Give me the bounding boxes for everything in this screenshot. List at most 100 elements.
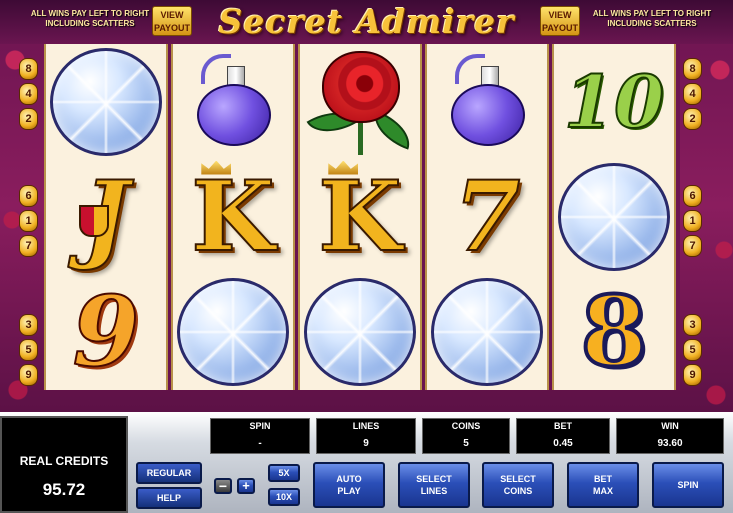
reel-cell: 7	[427, 159, 547, 274]
bet-10x-button[interactable]: 10X	[268, 488, 300, 506]
nine-symbol-icon: 9	[72, 274, 141, 388]
credits-value: 95.72	[42, 480, 86, 499]
bet-max-button[interactable]: BET MAX	[567, 462, 639, 508]
spin-meter-value: -	[258, 438, 262, 449]
payline-group-right-bottom: 3 5 9	[683, 314, 702, 389]
coins-meter-value: 5	[463, 438, 469, 449]
king-symbol-glyph: K	[317, 159, 402, 273]
reel-cell: 10	[554, 44, 674, 159]
payline-badge[interactable]: 3	[19, 314, 38, 336]
reel-cell	[173, 274, 293, 389]
bet-meter-value: 0.45	[553, 438, 573, 449]
lines-meter-label: LINES	[352, 421, 380, 431]
reel-cell: K	[173, 159, 293, 274]
game-title-logo: Secret Admirer	[218, 2, 515, 41]
king-symbol-icon: K	[190, 159, 276, 273]
payline-badge[interactable]: 6	[19, 185, 38, 207]
payline-badge[interactable]: 5	[19, 339, 38, 361]
control-panel: REAL CREDITS 95.72 SPIN - LINES 9 COINS …	[0, 412, 733, 513]
reel-1: J 9	[44, 44, 168, 390]
win-meter-label: WIN	[661, 421, 679, 431]
payline-badge[interactable]: 7	[19, 235, 38, 257]
lines-meter: LINES 9	[316, 418, 416, 454]
payline-group-left-mid: 6 1 7	[19, 185, 38, 260]
king-symbol-glyph: K	[190, 159, 275, 273]
credits-label: REAL CREDITS	[19, 454, 109, 468]
coins-meter-label: COINS	[451, 421, 481, 431]
reel-5: 10 8	[552, 44, 676, 390]
reel-3: K	[298, 44, 422, 390]
payline-group-left-top: 8 4 2	[19, 58, 38, 133]
select-coins-button[interactable]: SELECT COINS	[482, 462, 554, 508]
spin-button[interactable]: SPIN	[652, 462, 724, 508]
coins-meter: COINS 5	[422, 418, 510, 454]
payline-badge[interactable]: 8	[19, 58, 38, 80]
reel-area: J 9 K	[44, 44, 680, 390]
view-payout-button-left[interactable]: VIEW PAYOUT	[152, 6, 192, 36]
jack-symbol-icon: J	[79, 167, 130, 265]
reel-2: K	[171, 44, 295, 390]
bet-meter-label: BET	[554, 421, 572, 431]
win-meter-value: 93.60	[657, 438, 683, 449]
help-button[interactable]: HELP	[136, 487, 202, 509]
seven-symbol-icon: 7	[453, 159, 522, 273]
reel-cell	[46, 44, 166, 159]
payline-badge[interactable]: 8	[683, 58, 702, 80]
reel-cell	[427, 274, 547, 389]
diamond-symbol-icon	[431, 277, 543, 386]
header-bar: ALL WINS PAY LEFT TO RIGHT INCLUDING SCA…	[0, 0, 733, 44]
payline-group-right-mid: 6 1 7	[683, 185, 702, 260]
payline-badge[interactable]: 2	[19, 108, 38, 130]
decrease-coin-button[interactable]: −	[214, 478, 232, 494]
diamond-symbol-icon	[558, 162, 670, 271]
reel-cell	[427, 44, 547, 159]
payline-badge[interactable]: 4	[19, 83, 38, 105]
payline-badge[interactable]: 2	[683, 108, 702, 130]
diamond-symbol-icon	[50, 47, 162, 156]
game-frame: ALL WINS PAY LEFT TO RIGHT INCLUDING SCA…	[0, 0, 733, 412]
paytable-note-left: ALL WINS PAY LEFT TO RIGHT INCLUDING SCA…	[30, 9, 150, 28]
payline-badge[interactable]: 7	[683, 235, 702, 257]
credits-display: REAL CREDITS 95.72	[0, 416, 128, 513]
spin-meter: SPIN -	[210, 418, 310, 454]
reel-cell: J	[46, 159, 166, 274]
payline-badge[interactable]: 9	[19, 364, 38, 386]
perfume-symbol-icon	[183, 48, 283, 156]
diamond-symbol-icon	[177, 277, 289, 386]
reel-cell	[554, 159, 674, 274]
view-payout-button-right[interactable]: VIEW PAYOUT	[540, 6, 580, 36]
regular-mode-button[interactable]: REGULAR	[136, 462, 202, 484]
reel-4: 7	[425, 44, 549, 390]
payline-badge[interactable]: 1	[683, 210, 702, 232]
payline-badge[interactable]: 6	[683, 185, 702, 207]
rose-symbol-icon	[306, 47, 418, 157]
reel-cell	[300, 274, 420, 389]
reel-cell	[173, 44, 293, 159]
shield-icon	[79, 204, 110, 237]
diamond-symbol-icon	[304, 277, 416, 386]
king-symbol-icon: K	[317, 159, 403, 273]
slot-game: ALL WINS PAY LEFT TO RIGHT INCLUDING SCA…	[0, 0, 733, 513]
reel-cell: K	[300, 159, 420, 274]
autoplay-button[interactable]: AUTO PLAY	[313, 462, 385, 508]
bet-meter: BET 0.45	[516, 418, 610, 454]
lines-meter-value: 9	[363, 438, 369, 449]
payline-badge[interactable]: 5	[683, 339, 702, 361]
payline-badge[interactable]: 1	[19, 210, 38, 232]
increase-coin-button[interactable]: +	[237, 478, 255, 494]
paytable-note-right: ALL WINS PAY LEFT TO RIGHT INCLUDING SCA…	[592, 9, 712, 28]
payline-badge[interactable]: 3	[683, 314, 702, 336]
reel-cell	[300, 44, 420, 159]
bet-5x-button[interactable]: 5X	[268, 464, 300, 482]
payline-group-left-bottom: 3 5 9	[19, 314, 38, 389]
eight-symbol-icon: 8	[579, 274, 650, 388]
select-lines-button[interactable]: SELECT LINES	[398, 462, 470, 508]
payline-badge[interactable]: 9	[683, 364, 702, 386]
perfume-symbol-icon	[437, 48, 537, 156]
payline-group-right-top: 8 4 2	[683, 58, 702, 133]
payline-badge[interactable]: 4	[683, 83, 702, 105]
reel-cell: 8	[554, 274, 674, 389]
spin-meter-label: SPIN	[249, 421, 271, 431]
win-meter: WIN 93.60	[616, 418, 724, 454]
reel-cell: 9	[46, 274, 166, 389]
